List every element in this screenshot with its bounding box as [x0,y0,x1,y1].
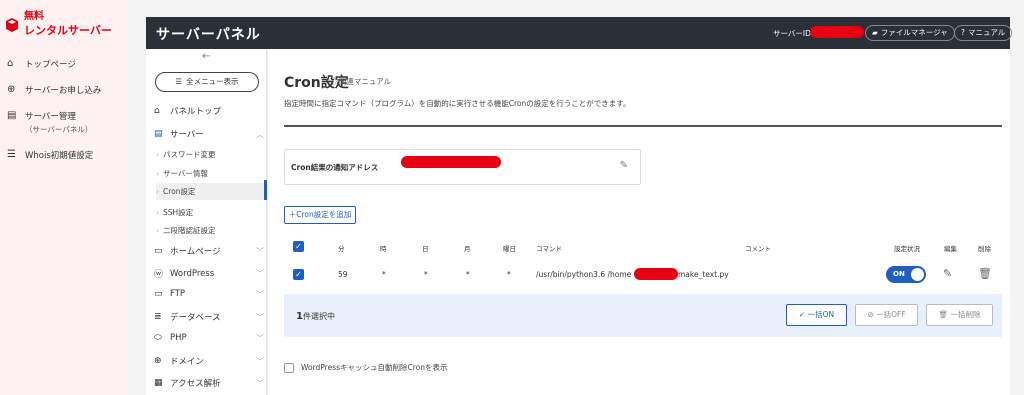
bulk-off-button[interactable]: ⊘ 一括OFF [855,304,918,326]
chart-icon: ▦ [154,378,163,388]
trash-icon: 🗑 [938,310,949,319]
nav-password[interactable]: › パスワード変更 [156,149,266,160]
server-icon: ▤ [154,129,163,139]
selected-text: 件選択中 [302,312,335,321]
nav-database[interactable]: ≣ データベース ﹀ [154,311,264,323]
redaction-mark [401,156,501,168]
pencil-icon[interactable]: ✎ [620,160,628,171]
check-circle-icon: ✓ [798,310,806,319]
nav-php[interactable]: ⬭ PHP ﹀ [154,333,264,343]
plus-circle-icon: ⊕ [7,84,16,95]
list-icon: ☰ [7,149,16,160]
manual-button[interactable]: ? マニュアル [954,25,1013,41]
nav-wordpress[interactable]: ⓦ WordPress ﹀ [154,267,264,281]
brand-logo[interactable]: 無料 レンタルサーバー [6,10,112,38]
chevron-down-icon: ﹀ [256,269,264,278]
notify-address-card: Cron結果の通知アドレス ✎ [284,149,641,185]
table-row: ✓ 59 * * * * /usr/bin/python3.6 /home ma… [284,262,1002,288]
panel-nav: ← ☰ 全メニュー表示 ⌂ パネルトップ ▤ サーバー ︿ › パスワード変更 › サーバ… [146,49,267,395]
related-manual-link[interactable]: ⓘ 関連マニュアル [329,76,391,87]
status-toggle[interactable]: ON [886,266,926,283]
globe-icon: ⊕ [154,356,162,366]
bulk-delete-button[interactable]: 🗑 一括削除 [926,304,993,326]
nav-server-manage[interactable]: ▤ サーバー管理 （サーバーパネル） [7,110,125,135]
window-icon: ▭ [154,246,163,256]
collapse-arrow-icon[interactable]: ← [202,51,210,62]
top-bar: サーバーパネル サーバーID ▰ ファイルマネージャ ? マニュアル [146,17,1013,49]
chevron-down-icon: ﹀ [256,289,264,299]
selected-count: 1 [296,311,303,322]
nav-analytics[interactable]: ▦ アクセス解析 ﹀ [154,377,264,389]
help-icon: ? [961,28,965,37]
site-sidebar: 無料 レンタルサーバー ⌂ トップページ ⊕ サーバーお申し込み ▤ サーバー管… [0,0,127,395]
command-suffix: make_text.py [678,270,729,279]
php-icon: ⬭ [154,333,162,343]
row-checkbox[interactable]: ✓ [293,269,304,280]
main-content: Cron設定 ⓘ 関連マニュアル 指定時間に指定コマンド（プログラム）を自動的に… [268,49,1010,395]
chevron-down-icon: ﹀ [256,333,264,343]
all-menu-button[interactable]: ☰ 全メニュー表示 [155,72,259,92]
add-cron-button[interactable]: ＋Cron設定を追加 [284,206,356,224]
table-header: ✓ 分 時 日 月 曜日 コマンド コメント 設定状況 編集 削除 [284,238,1002,256]
server-icon: ▤ [7,110,17,121]
active-indicator [264,180,267,200]
nav-server-info[interactable]: › サーバー情報 [156,168,266,179]
database-icon: ≣ [154,312,162,322]
server-id-label: サーバーID [773,29,811,38]
edit-pencil-icon[interactable]: ✎ [943,267,952,280]
nav-top-page[interactable]: ⌂ トップページ [7,58,125,70]
wordpress-icon: ⓦ [154,270,164,280]
nav-cron[interactable]: › Cron設定 [156,183,266,200]
divider [284,125,1002,127]
redaction-mark [810,26,864,38]
chevron-up-icon: ︿ [256,129,264,139]
command-prefix: /usr/bin/python3.6 /home [536,270,632,279]
nav-ftp[interactable]: ▭ FTP ﹀ [154,289,264,299]
selection-bar: 1件選択中 ✓ 一括ON ⊘ 一括OFF 🗑 一括削除 [284,294,1002,337]
nav-ssh[interactable]: › SSH設定 [156,207,266,218]
nav-server-apply[interactable]: ⊕ サーバーお申し込み [7,84,125,96]
home-icon: ⌂ [154,106,160,116]
menu-icon: ☰ [175,77,183,86]
monitor-icon: ▭ [154,289,163,299]
nav-2fa[interactable]: › 二段階認証設定 [156,225,266,236]
wp-cache-cron-checkbox[interactable]: WordPressキャッシュ自動削除Cronを表示 [284,362,448,373]
chevron-down-icon: ﹀ [256,312,264,322]
home-icon: ⌂ [7,58,14,69]
nav-homepage[interactable]: ▭ ホームページ ﹀ [154,245,264,257]
panel-title: サーバーパネル [156,27,261,43]
chevron-down-icon: ﹀ [256,378,264,388]
box-logo-icon [6,18,18,32]
ban-icon: ⊘ [867,310,874,319]
site-nav: ⌂ トップページ ⊕ サーバーお申し込み ▤ サーバー管理 （サーバーパネル） … [7,58,125,175]
nav-whois[interactable]: ☰ Whois初期値設定 [7,149,125,161]
page-description: 指定時間に指定コマンド（プログラム）を自動的に実行させる機能Cronの設定を行う… [284,99,631,108]
brand-line2: レンタルサーバー [24,24,112,37]
trash-icon[interactable]: 🗑 [978,267,992,280]
checkbox-box[interactable] [284,362,294,373]
nav-domain[interactable]: ⊕ ドメイン ﹀ [154,355,264,367]
nav-panel-top[interactable]: ⌂ パネルトップ [154,105,264,117]
chevron-down-icon: ﹀ [256,356,264,366]
folder-icon: ▰ [872,28,878,37]
chevron-down-icon: ﹀ [256,246,264,256]
select-all-checkbox[interactable]: ✓ [293,241,304,252]
help-circle-icon: ⓘ [329,77,337,86]
app: 無料 レンタルサーバー ⌂ トップページ ⊕ サーバーお申し込み ▤ サーバー管… [0,0,1024,395]
nav-server[interactable]: ▤ サーバー ︿ [154,128,264,140]
notify-address-label: Cron結果の通知アドレス [291,163,379,172]
brand-line1: 無料 [24,11,44,22]
file-manager-button[interactable]: ▰ ファイルマネージャ [865,25,955,41]
bulk-on-button[interactable]: ✓ 一括ON [786,304,847,326]
redaction-mark [634,268,678,280]
toggle-knob [911,268,924,281]
